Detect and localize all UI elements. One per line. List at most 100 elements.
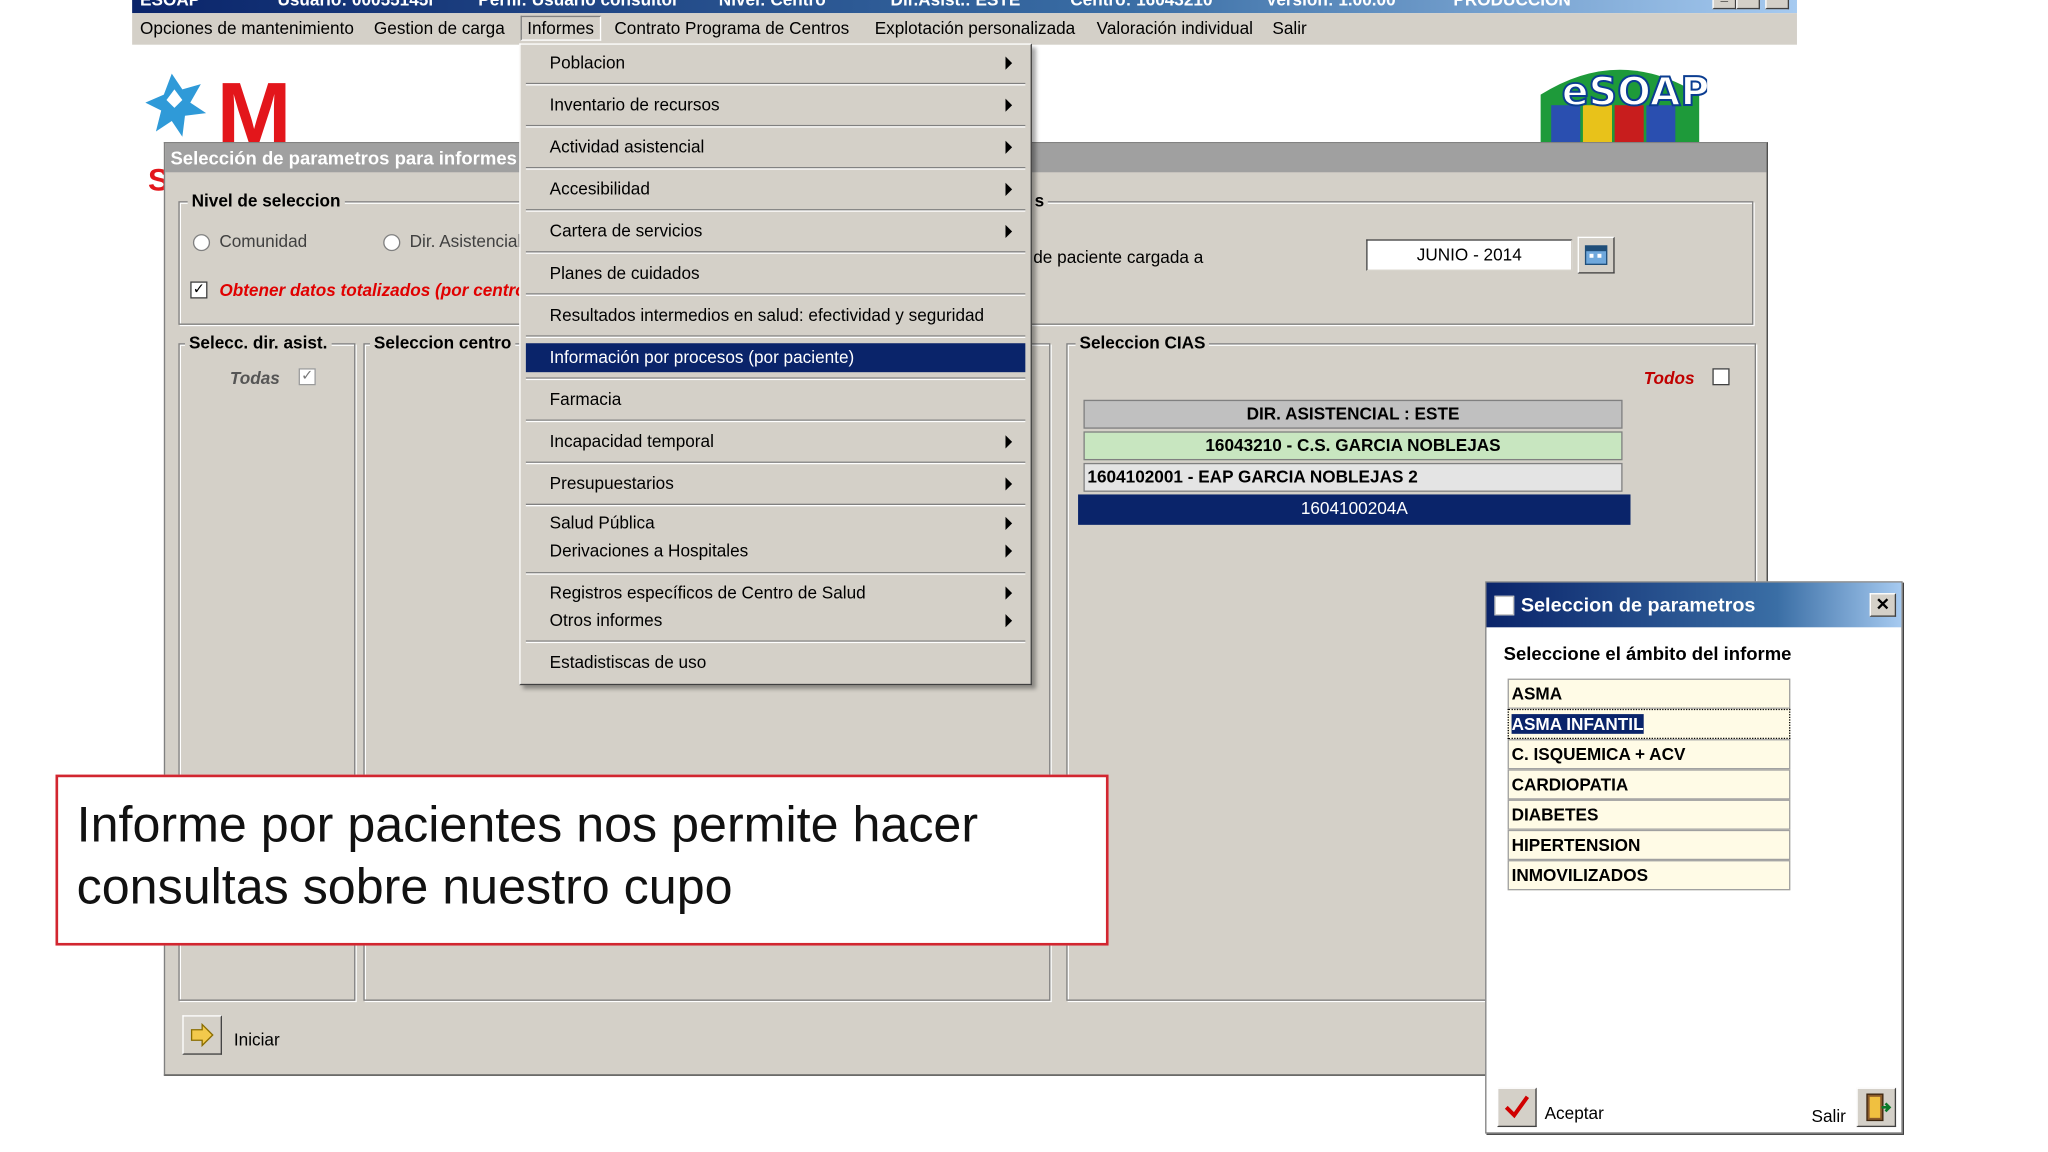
esoap-logo-text: eSOAP [1562, 69, 1707, 115]
menu-item-resultados-intermedios[interactable]: Resultados intermedios en salud: efectiv… [526, 297, 1025, 334]
periodo-legend: s [1030, 190, 1049, 211]
close-window-button[interactable]: × [1765, 0, 1790, 10]
menu-salir[interactable]: Salir [1272, 18, 1306, 38]
menu-item-planes-cuidados[interactable]: Planes de cuidados [526, 255, 1025, 292]
submenu-arrow-icon [1005, 516, 1013, 530]
menu-item-cartera-servicios[interactable]: Cartera de servicios [526, 213, 1025, 250]
menu-separator [525, 419, 1026, 423]
menu-item-otros-informes[interactable]: Otros informes [526, 608, 1025, 636]
menu-valoracion-individual[interactable]: Valoración individual [1097, 18, 1253, 38]
dir-asist-todas-checkbox[interactable]: ✓ [298, 368, 316, 386]
dialog-title: Seleccion de parametros [1520, 594, 1756, 617]
radio-dir-asistencial[interactable] [383, 234, 401, 252]
menu-informes[interactable]: Informes [520, 15, 601, 41]
madrid-logo-m: M [217, 68, 292, 147]
titlebar-perfil: Perfil: Usuario consultor [478, 0, 678, 9]
menu-separator [525, 335, 1026, 338]
maximize-button[interactable]: □ [1736, 0, 1760, 10]
menu-item-poblacion[interactable]: Poblacion [526, 45, 1025, 82]
centro-legend: Seleccion centro [369, 332, 516, 353]
menu-separator [525, 82, 1026, 86]
iniciar-button[interactable] [182, 1015, 222, 1055]
dialog-titlebar: Seleccion de parametros ✕ [1486, 582, 1902, 628]
menu-separator [525, 293, 1026, 296]
titlebar-entorno: PRODUCCIÓN [1453, 0, 1570, 9]
calendar-button[interactable] [1577, 236, 1615, 274]
menu-item-incapacidad-temporal[interactable]: Incapacidad temporal [526, 423, 1025, 460]
menu-item-presupuestarios[interactable]: Presupuestarios [526, 466, 1025, 503]
periodo-date-field[interactable]: JUNIO - 2014 [1366, 239, 1573, 271]
menu-item-derivaciones-hospitales[interactable]: Derivaciones a Hospitales [526, 538, 1025, 566]
menu-item-informacion-procesos[interactable]: Información por procesos (por paciente) [525, 343, 1026, 373]
menu-opciones-mantenimiento[interactable]: Opciones de mantenimiento [140, 18, 354, 38]
ambito-item-c-isquemica-acv[interactable]: C. ISQUEMICA + ACV [1507, 739, 1791, 770]
titlebar-nivel: Nivel: Centro [719, 0, 826, 9]
menu-item-estadisticas-uso[interactable]: Estadistiscas de uso [526, 644, 1025, 681]
menu-item-actividad-asistencial[interactable]: Actividad asistencial [526, 129, 1025, 166]
submenu-arrow-icon [1005, 435, 1013, 449]
menu-item-registros-especificos[interactable]: Registros específicos de Centro de Salud [526, 580, 1025, 608]
form-title: Selección de parametros para informes [170, 147, 517, 169]
minimize-button[interactable]: _ [1712, 0, 1737, 10]
ambito-item-hipertension[interactable]: HIPERTENSION [1507, 829, 1791, 861]
menu-gestion-carga[interactable]: Gestion de carga [374, 18, 505, 38]
cias-legend: Seleccion CIAS [1075, 332, 1210, 353]
totalizados-checkbox[interactable]: ✓ [190, 281, 208, 299]
menu-separator [525, 461, 1026, 465]
menu-item-accesibilidad[interactable]: Accesibilidad [526, 171, 1025, 208]
dir-asist-todas-label: Todas [229, 368, 280, 388]
menu-contrato-programa[interactable]: Contrato Programa de Centros [614, 18, 849, 38]
submenu-arrow-icon [1005, 140, 1013, 154]
submenu-arrow-icon [1005, 98, 1013, 112]
annotation-callout: Informe por pacientes nos permite hacer … [55, 774, 1109, 946]
menu-explotacion-personalizada[interactable]: Explotación personalizada [875, 18, 1076, 38]
cias-row-selected[interactable]: 1604100204A [1078, 494, 1631, 525]
cias-row-dir-asistencial[interactable]: DIR. ASISTENCIAL : ESTE [1083, 399, 1623, 429]
ambito-item-diabetes[interactable]: DIABETES [1507, 799, 1791, 830]
menu-item-farmacia[interactable]: Farmacia [526, 381, 1025, 418]
titlebar-centro: Centro: 16043210 [1070, 0, 1212, 9]
checkmark-icon [1504, 1095, 1530, 1119]
window-icon [1494, 595, 1515, 616]
calendar-icon [1584, 245, 1608, 265]
exit-door-icon [1866, 1093, 1892, 1122]
salir-button[interactable] [1856, 1087, 1897, 1128]
ambito-item-cardiopatia[interactable]: CARDIOPATIA [1507, 769, 1791, 800]
madrid-logo: M ★★ [143, 64, 344, 164]
nivel-seleccion-legend: Nivel de seleccion [187, 190, 345, 211]
submenu-arrow-icon [1005, 56, 1013, 70]
cias-row-centro[interactable]: 16043210 - C.S. GARCIA NOBLEJAS [1083, 431, 1623, 461]
menu-separator [525, 572, 1026, 575]
cias-todos-checkbox[interactable] [1712, 368, 1730, 386]
menu-separator [525, 124, 1026, 128]
titlebar-usuario: Usuario: 00055145i [277, 0, 433, 9]
ambito-item-asma-infantil[interactable]: ASMA INFANTIL [1507, 708, 1791, 740]
radio-dir-asistencial-label: Dir. Asistencial [409, 231, 522, 252]
titlebar-version: Versión: 1.00.00 [1266, 0, 1396, 9]
submenu-arrow-icon [1005, 224, 1013, 239]
window-titlebar: ESOAP Usuario: 00055145i Perfil: Usuario… [132, 0, 1797, 14]
hand-pointer-icon [190, 1022, 214, 1048]
radio-comunidad[interactable] [192, 234, 211, 252]
seleccion-parametros-dialog: Seleccion de parametros ✕ Seleccione el … [1485, 581, 1903, 1134]
menu-separator [525, 377, 1026, 381]
aceptar-button[interactable] [1497, 1087, 1537, 1128]
app-title: ESOAP [140, 0, 200, 9]
informes-dropdown: Poblacion Inventario de recursos Activid… [519, 43, 1032, 686]
submenu-arrow-icon [1005, 614, 1013, 628]
iniciar-label: Iniciar [233, 1029, 280, 1050]
menu-item-salud-publica[interactable]: Salud Pública [526, 510, 1025, 538]
svg-text:★★: ★★ [301, 75, 327, 91]
ambito-prompt: Seleccione el ámbito del informe [1503, 643, 1792, 665]
totalizados-label: Obtener datos totalizados (por centro) [219, 280, 532, 300]
menu-separator [525, 503, 1026, 507]
ambito-item-asma[interactable]: ASMA [1507, 678, 1791, 709]
ambito-item-inmovilizados[interactable]: INMOVILIZADOS [1507, 860, 1791, 891]
salir-label: Salir [1811, 1105, 1846, 1126]
dialog-close-button[interactable]: ✕ [1869, 593, 1897, 617]
menu-item-inventario-recursos[interactable]: Inventario de recursos [526, 87, 1025, 124]
titlebar-dirasist: Dir.Asist.: ESTE [891, 0, 1021, 9]
submenu-arrow-icon [1005, 586, 1013, 600]
submenu-arrow-icon [1005, 477, 1013, 491]
cias-row-eap[interactable]: 1604102001 - EAP GARCIA NOBLEJAS 2 [1083, 462, 1623, 492]
